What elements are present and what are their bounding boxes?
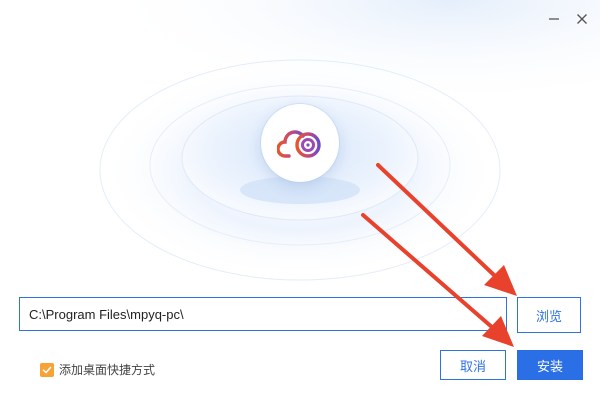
close-icon	[577, 14, 587, 24]
desktop-shortcut-checkbox-row[interactable]: 添加桌面快捷方式	[40, 361, 155, 378]
install-path-input[interactable]	[19, 297, 507, 331]
minimize-icon	[549, 18, 559, 20]
install-button[interactable]: 安装	[517, 350, 583, 380]
cancel-button-label: 取消	[459, 359, 486, 375]
browse-button-label: 浏览	[535, 309, 562, 325]
checkmark-icon	[42, 366, 52, 373]
installer-window: 浏览 添加桌面快捷方式 取消 安装	[0, 0, 600, 400]
desktop-shortcut-checkbox[interactable]	[40, 362, 54, 377]
minimize-button[interactable]	[543, 8, 565, 30]
browse-button[interactable]: 浏览	[517, 297, 581, 333]
cancel-button[interactable]: 取消	[440, 350, 506, 380]
background-rings-decoration	[0, 0, 600, 400]
cloud-disc-logo-icon	[277, 130, 321, 158]
close-button[interactable]	[571, 8, 593, 30]
app-logo	[261, 104, 339, 182]
install-button-label: 安装	[536, 359, 563, 375]
desktop-shortcut-label: 添加桌面快捷方式	[59, 363, 156, 377]
